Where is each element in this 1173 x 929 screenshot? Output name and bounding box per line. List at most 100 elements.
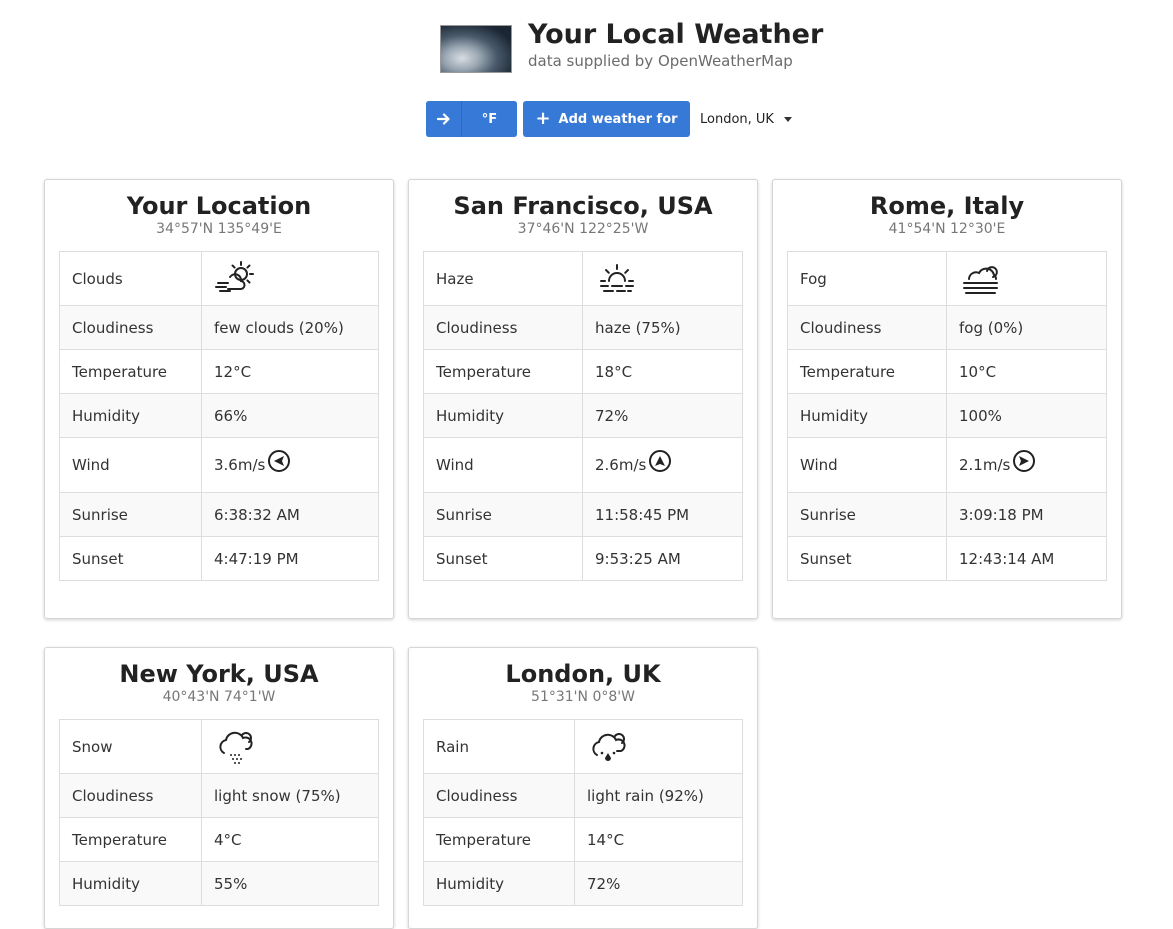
weather-table: Haze Cloudiness haze (75%) Temperature 1…: [423, 251, 743, 581]
weather-card: London, UK 51°31'N 0°8'W Rain Cloudiness …: [408, 647, 758, 929]
row-label: Sunset: [423, 536, 583, 581]
wind-value: 2.6m/s: [595, 456, 647, 474]
row-label: Humidity: [787, 393, 947, 438]
row-value: 66%: [201, 393, 379, 438]
snow-icon: [214, 725, 258, 769]
weather-table: Clouds Cloudiness few clouds (20%) Tempe…: [59, 251, 379, 581]
weather-row: Humidity 72%: [423, 861, 743, 906]
card-coordinates: 41°54'N 12°30'E: [888, 221, 1006, 237]
condition-row: Clouds: [59, 251, 379, 306]
row-label: Sunrise: [423, 492, 583, 537]
weather-table: Rain Cloudiness light rain (92%) Tempera…: [423, 719, 743, 906]
row-label: Humidity: [59, 861, 202, 906]
toggle-unit-button[interactable]: [426, 101, 462, 137]
row-value: 11:58:45 PM: [582, 492, 743, 537]
cloudy-day-windy-icon: [214, 257, 258, 301]
row-label: Wind: [787, 437, 947, 493]
row-label: Sunset: [59, 536, 202, 581]
row-label: Cloudiness: [59, 773, 202, 818]
weather-row: Temperature 10°C: [787, 349, 1107, 394]
card-city-name: New York, USA: [119, 660, 319, 688]
weather-table: Snow Cloudiness light snow (75%) Tempera…: [59, 719, 379, 906]
weather-row: Sunset 9:53:25 AM: [423, 536, 743, 581]
weather-row: Sunset 12:43:14 AM: [787, 536, 1107, 581]
row-label: Humidity: [59, 393, 202, 438]
weather-row: Sunrise 11:58:45 PM: [423, 492, 743, 537]
row-label: Humidity: [423, 861, 575, 906]
row-label: Cloudiness: [787, 305, 947, 350]
weather-row: Cloudiness haze (75%): [423, 305, 743, 350]
weather-card: Rome, Italy 41°54'N 12°30'E Fog Cloudines…: [772, 179, 1122, 619]
row-value: 100%: [946, 393, 1107, 438]
card-coordinates: 51°31'N 0°8'W: [531, 689, 635, 705]
row-label: Humidity: [423, 393, 583, 438]
row-value: 72%: [582, 393, 743, 438]
row-value: 3:09:18 PM: [946, 492, 1107, 537]
add-weather-label: Add weather for: [558, 111, 678, 127]
row-label: Wind: [423, 437, 583, 493]
row-value: 9:53:25 AM: [582, 536, 743, 581]
weather-row: Wind 2.1m/s: [787, 437, 1107, 493]
row-label: Sunset: [787, 536, 947, 581]
condition-row: Fog: [787, 251, 1107, 306]
condition-row: Rain: [423, 719, 743, 774]
weather-row: Temperature 12°C: [59, 349, 379, 394]
add-weather-button[interactable]: + Add weather for: [523, 101, 690, 137]
row-label: Cloudiness: [423, 773, 575, 818]
arrow-right-icon: [436, 113, 450, 125]
weather-row: Temperature 14°C: [423, 817, 743, 862]
condition-icon-cell: [201, 251, 379, 306]
condition-label: Rain: [423, 719, 575, 774]
row-value: 12°C: [201, 349, 379, 394]
rain-icon: [587, 725, 631, 769]
row-value: light snow (75%): [201, 773, 379, 818]
condition-label: Haze: [423, 251, 583, 306]
condition-icon-cell: [201, 719, 379, 774]
app-title: Your Local Weather: [528, 19, 824, 50]
weather-row: Temperature 4°C: [59, 817, 379, 862]
wind-value-cell: 3.6m/s: [201, 437, 379, 493]
condition-icon-cell: [582, 251, 743, 306]
unit-toggle-group: °F: [426, 101, 517, 137]
card-coordinates: 40°43'N 74°1'W: [162, 689, 276, 705]
fahrenheit-button[interactable]: °F: [462, 101, 517, 137]
weather-card: Your Location 34°57'N 135°49'E Clouds Clo…: [44, 179, 394, 619]
wind-value: 3.6m/s: [214, 456, 266, 474]
weather-table: Fog Cloudiness fog (0%) Temperature 10°C…: [787, 251, 1107, 581]
title-block: Your Local Weather data supplied by Open…: [528, 19, 824, 71]
weather-row: Cloudiness few clouds (20%): [59, 305, 379, 350]
toolbar: °F + Add weather for London, UK: [426, 101, 796, 137]
weather-row: Sunrise 6:38:32 AM: [59, 492, 379, 537]
row-label: Wind: [59, 437, 202, 493]
card-city-name: London, UK: [505, 660, 661, 688]
card-city-name: Rome, Italy: [869, 192, 1025, 220]
row-value: 18°C: [582, 349, 743, 394]
weather-card: San Francisco, USA 37°46'N 122°25'W Haze …: [408, 179, 758, 619]
fog-icon: [959, 257, 1003, 301]
app-subtitle: data supplied by OpenWeatherMap: [528, 52, 793, 70]
condition-label: Clouds: [59, 251, 202, 306]
condition-row: Haze: [423, 251, 743, 306]
condition-icon-cell: [946, 251, 1107, 306]
row-label: Temperature: [423, 349, 583, 394]
wind-value: 2.1m/s: [959, 456, 1011, 474]
weather-row: Sunrise 3:09:18 PM: [787, 492, 1107, 537]
row-value: 4:47:19 PM: [201, 536, 379, 581]
caret-down-icon: [783, 116, 792, 122]
weather-row: Humidity 100%: [787, 393, 1107, 438]
wind-direction-icon: [649, 450, 672, 472]
city-select[interactable]: London, UK: [696, 101, 796, 137]
card-coordinates: 37°46'N 122°25'W: [517, 221, 649, 237]
weather-row: Humidity 66%: [59, 393, 379, 438]
weather-row: Humidity 55%: [59, 861, 379, 906]
row-value: light rain (92%): [574, 773, 743, 818]
card-city-name: San Francisco, USA: [453, 192, 713, 220]
wind-direction-icon: [1013, 450, 1036, 472]
row-label: Temperature: [59, 349, 202, 394]
condition-label: Fog: [787, 251, 947, 306]
row-label: Temperature: [59, 817, 202, 862]
row-value: haze (75%): [582, 305, 743, 350]
condition-label: Snow: [59, 719, 202, 774]
row-value: 55%: [201, 861, 379, 906]
row-value: 12:43:14 AM: [946, 536, 1107, 581]
